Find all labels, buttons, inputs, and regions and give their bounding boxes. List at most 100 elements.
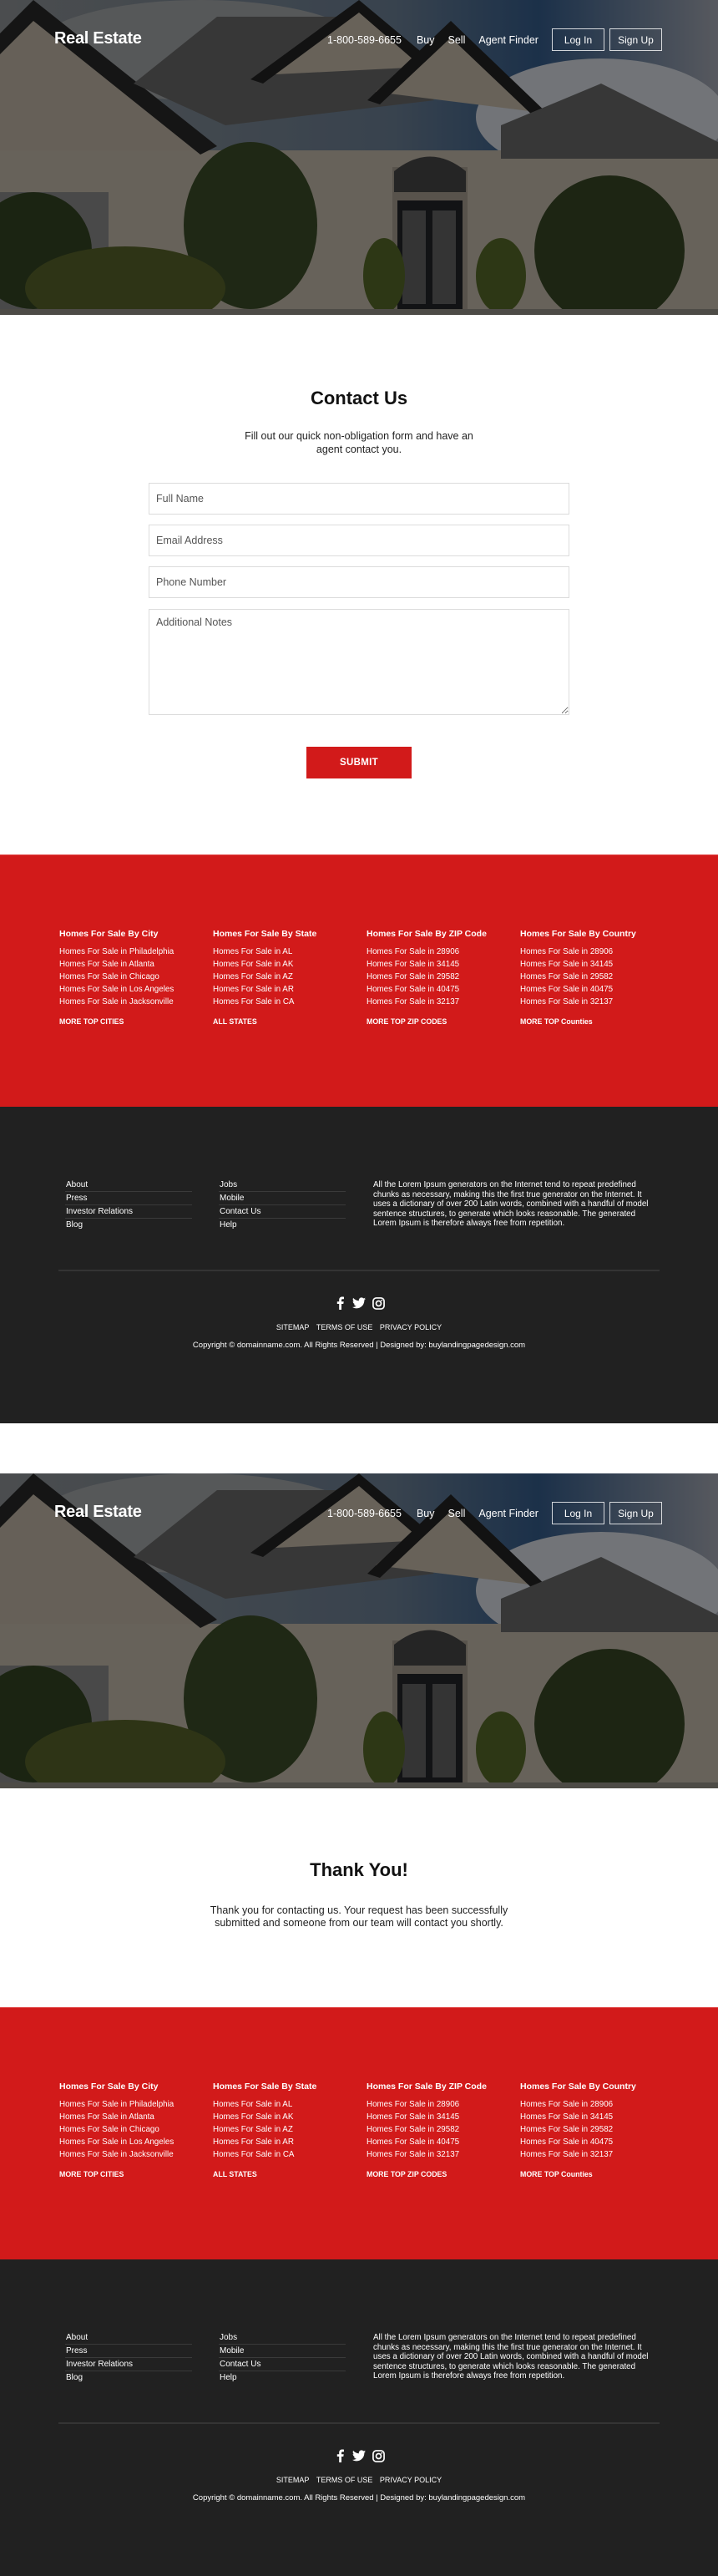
listing-link[interactable]: Homes For Sale in AL <box>213 2098 363 2111</box>
listing-link[interactable]: Homes For Sale in Chicago <box>59 2123 210 2136</box>
listing-link[interactable]: Homes For Sale in Chicago <box>59 971 210 983</box>
listing-link[interactable]: Homes For Sale in CA <box>213 996 363 1008</box>
listing-link[interactable]: Homes For Sale in 28906 <box>520 946 670 958</box>
listing-link[interactable]: Homes For Sale in Philadelphia <box>59 946 210 958</box>
listing-link[interactable]: Homes For Sale in 28906 <box>520 2098 670 2111</box>
footer-link-press[interactable]: Press <box>65 1192 192 1205</box>
listing-link[interactable]: Homes For Sale in 32137 <box>520 996 670 1008</box>
listing-link[interactable]: Homes For Sale in 40475 <box>520 983 670 996</box>
footer-links-right: Jobs Mobile Contact Us Help <box>219 2331 346 2385</box>
footer-link-help[interactable]: Help <box>219 2371 346 2385</box>
listing-link[interactable]: Homes For Sale in 34145 <box>367 958 517 971</box>
facebook-icon[interactable] <box>333 1296 346 1311</box>
terms-link[interactable]: TERMS OF USE <box>316 2476 373 2484</box>
listing-link[interactable]: Homes For Sale in 34145 <box>520 2111 670 2123</box>
footer-link-jobs[interactable]: Jobs <box>219 2331 346 2345</box>
more-link[interactable]: MORE TOP CITIES <box>59 1017 210 1026</box>
footer-link-mobile[interactable]: Mobile <box>219 2345 346 2358</box>
listing-link[interactable]: Homes For Sale in 32137 <box>520 2148 670 2161</box>
listing-link[interactable]: Homes For Sale in Los Angeles <box>59 2136 210 2148</box>
twitter-icon[interactable] <box>352 2448 366 2463</box>
submit-button[interactable]: SUBMIT <box>306 747 412 778</box>
listing-link[interactable]: Homes For Sale in 29582 <box>520 2123 670 2136</box>
listing-link[interactable]: Homes For Sale in CA <box>213 2148 363 2161</box>
more-link[interactable]: MORE TOP CITIES <box>59 2170 210 2178</box>
listing-link[interactable]: Homes For Sale in AR <box>213 2136 363 2148</box>
listing-link[interactable]: Homes For Sale in Jacksonville <box>59 2148 210 2161</box>
footer-link-mobile[interactable]: Mobile <box>219 1192 346 1205</box>
footer-link-blog[interactable]: Blog <box>65 2371 192 2385</box>
terms-link[interactable]: TERMS OF USE <box>316 1323 373 1331</box>
twitter-icon[interactable] <box>352 1296 366 1311</box>
footer-link-help[interactable]: Help <box>219 1219 346 1232</box>
footer-link-about[interactable]: About <box>65 1179 192 1192</box>
more-link[interactable]: MORE TOP Counties <box>520 2170 670 2178</box>
nav-sell[interactable]: Sell <box>448 1508 466 1519</box>
nav-sell[interactable]: Sell <box>448 34 466 46</box>
listing-link[interactable]: Homes For Sale in Atlanta <box>59 958 210 971</box>
listing-link[interactable]: Homes For Sale in Los Angeles <box>59 983 210 996</box>
site-logo[interactable]: Real Estate <box>54 29 142 48</box>
listing-link[interactable]: Homes For Sale in AK <box>213 958 363 971</box>
footer-link-press[interactable]: Press <box>65 2345 192 2358</box>
listing-link[interactable]: Homes For Sale in 40475 <box>520 2136 670 2148</box>
footer-link-jobs[interactable]: Jobs <box>219 1179 346 1192</box>
nav-links: 1-800-589-6655 Buy Sell Agent Finder <box>327 34 552 46</box>
listing-link[interactable]: Homes For Sale in 32137 <box>367 996 517 1008</box>
listing-link[interactable]: Homes For Sale in AL <box>213 946 363 958</box>
listing-link[interactable]: Homes For Sale in Philadelphia <box>59 2098 210 2111</box>
more-link[interactable]: MORE TOP Counties <box>520 1017 670 1026</box>
listing-link[interactable]: Homes For Sale in 29582 <box>367 2123 517 2136</box>
footer-link-investor-relations[interactable]: Investor Relations <box>65 2358 192 2371</box>
login-button[interactable]: Log In <box>552 1502 604 1524</box>
phone-input[interactable] <box>149 566 569 598</box>
listing-link[interactable]: Homes For Sale in AZ <box>213 2123 363 2136</box>
page-thank-you: Real Estate 1-800-589-6655 Buy Sell Agen… <box>0 1473 718 2576</box>
listing-link[interactable]: Homes For Sale in 40475 <box>367 983 517 996</box>
instagram-icon[interactable] <box>372 2448 385 2463</box>
nav-buy[interactable]: Buy <box>417 1508 435 1519</box>
listing-link[interactable]: Homes For Sale in 32137 <box>367 2148 517 2161</box>
footer-link-contact-us[interactable]: Contact Us <box>219 2358 346 2371</box>
phone-link[interactable]: 1-800-589-6655 <box>327 1508 402 1519</box>
footer-link-contact-us[interactable]: Contact Us <box>219 1205 346 1219</box>
listing-link[interactable]: Homes For Sale in 28906 <box>367 946 517 958</box>
listing-link[interactable]: Homes For Sale in AK <box>213 2111 363 2123</box>
signup-button[interactable]: Sign Up <box>609 1502 662 1524</box>
footer-link-blog[interactable]: Blog <box>65 1219 192 1232</box>
footer-link-investor-relations[interactable]: Investor Relations <box>65 1205 192 1219</box>
listing-link[interactable]: Homes For Sale in Atlanta <box>59 2111 210 2123</box>
listing-link[interactable]: Homes For Sale in 34145 <box>367 2111 517 2123</box>
nav-agent-finder[interactable]: Agent Finder <box>478 1508 538 1519</box>
footer-link-about[interactable]: About <box>65 2331 192 2345</box>
listing-link[interactable]: Homes For Sale in AZ <box>213 971 363 983</box>
phone-link[interactable]: 1-800-589-6655 <box>327 34 402 46</box>
listing-column-country: Homes For Sale By Country Homes For Sale… <box>520 2082 670 2178</box>
signup-button[interactable]: Sign Up <box>609 28 662 51</box>
more-link[interactable]: ALL STATES <box>213 1017 363 1026</box>
listing-link[interactable]: Homes For Sale in 40475 <box>367 2136 517 2148</box>
full-name-input[interactable] <box>149 483 569 515</box>
privacy-link[interactable]: PRIVACY POLICY <box>380 2476 442 2484</box>
privacy-link[interactable]: PRIVACY POLICY <box>380 1323 442 1331</box>
nav-buy[interactable]: Buy <box>417 34 435 46</box>
instagram-icon[interactable] <box>372 1296 385 1311</box>
listing-link[interactable]: Homes For Sale in AR <box>213 983 363 996</box>
email-input[interactable] <box>149 525 569 556</box>
listing-link[interactable]: Homes For Sale in 29582 <box>520 971 670 983</box>
listing-link[interactable]: Homes For Sale in Jacksonville <box>59 996 210 1008</box>
site-logo[interactable]: Real Estate <box>54 1503 142 1522</box>
listing-link[interactable]: Homes For Sale in 34145 <box>520 958 670 971</box>
sitemap-link[interactable]: SITEMAP <box>276 2476 310 2484</box>
nav-agent-finder[interactable]: Agent Finder <box>478 34 538 46</box>
more-link[interactable]: MORE TOP ZIP CODES <box>367 2170 517 2178</box>
login-button[interactable]: Log In <box>552 28 604 51</box>
listing-column-country: Homes For Sale By Country Homes For Sale… <box>520 929 670 1026</box>
facebook-icon[interactable] <box>333 2448 346 2463</box>
more-link[interactable]: ALL STATES <box>213 2170 363 2178</box>
more-link[interactable]: MORE TOP ZIP CODES <box>367 1017 517 1026</box>
notes-textarea[interactable] <box>149 609 569 715</box>
sitemap-link[interactable]: SITEMAP <box>276 1323 310 1331</box>
listing-link[interactable]: Homes For Sale in 28906 <box>367 2098 517 2111</box>
listing-link[interactable]: Homes For Sale in 29582 <box>367 971 517 983</box>
